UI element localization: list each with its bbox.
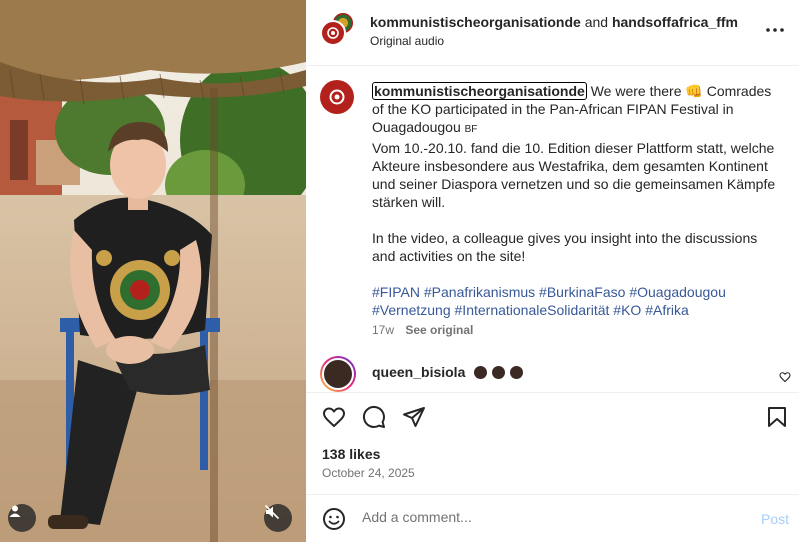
clap-emoji-icon <box>492 366 506 379</box>
save-button[interactable] <box>765 405 789 429</box>
mute-toggle-button[interactable] <box>264 504 292 532</box>
author-link-1[interactable]: kommunistischeorganisationde <box>370 14 581 30</box>
heart-icon <box>779 372 791 383</box>
hashtag-link[interactable]: #InternationaleSolidarität <box>455 302 610 318</box>
avatar-kommunistischeorganisation[interactable] <box>320 20 346 46</box>
post-header: kommunistischeorganisationde and handsof… <box>306 0 799 66</box>
heart-icon <box>322 407 346 428</box>
post-age[interactable]: 17w <box>372 323 394 337</box>
comment-button[interactable] <box>362 405 386 429</box>
clap-emoji-icon <box>474 366 488 379</box>
ko-logo-icon <box>329 89 345 105</box>
caption-username[interactable]: kommunistischeorganisationde <box>372 82 587 100</box>
post-authors: kommunistischeorganisationde and handsof… <box>370 14 738 30</box>
comment-username[interactable]: queen_bisiola <box>372 364 465 380</box>
audio-label[interactable]: Original audio <box>370 34 444 48</box>
comment-input[interactable] <box>362 509 722 525</box>
add-comment-bar: Post <box>306 494 799 542</box>
ko-logo-icon <box>327 27 339 39</box>
comment-item: queen_bisiola <box>372 364 524 380</box>
commenter-avatar[interactable] <box>320 356 356 392</box>
caption-avatar[interactable] <box>320 80 354 114</box>
author-link-2[interactable]: handsoffafrica_ffm <box>612 14 738 30</box>
share-button[interactable] <box>402 405 426 429</box>
caption-english-text: In the video, a colleague gives you insi… <box>372 230 758 264</box>
see-original-button[interactable]: See original <box>405 323 473 337</box>
share-icon <box>403 407 425 427</box>
more-options-button[interactable] <box>765 22 785 38</box>
authors-joiner: and <box>584 14 609 30</box>
country-flag: BF <box>464 124 478 135</box>
speaker-muted-icon <box>264 504 280 520</box>
hashtag-link[interactable]: #Panafrikanismus <box>424 284 535 300</box>
clap-emoji-icon <box>510 366 524 379</box>
comment-like-button[interactable] <box>779 370 791 386</box>
emoji-icon <box>323 508 345 530</box>
caption-german-text: Vom 10.-20.10. fand die 10. Edition dies… <box>372 140 776 210</box>
hashtag-link[interactable]: #Vernetzung <box>372 302 451 318</box>
post-video[interactable] <box>0 0 306 542</box>
user-tag-button[interactable] <box>8 504 36 532</box>
hashtag-link[interactable]: #KO <box>613 302 641 318</box>
hashtag-link[interactable]: #FIPAN <box>372 284 420 300</box>
emoji-picker-button[interactable] <box>322 507 346 531</box>
caption-meta: 17w See original <box>372 323 473 337</box>
post-caption: kommunistischeorganisationde We were the… <box>372 82 782 319</box>
collab-avatars[interactable] <box>320 12 360 52</box>
post-comment-button[interactable]: Post <box>761 511 789 527</box>
like-count[interactable]: 138 likes <box>322 446 380 462</box>
bookmark-icon <box>768 407 786 427</box>
hashtag-link[interactable]: #BurkinaFaso <box>539 284 625 300</box>
hashtag-link[interactable]: #Ouagadougou <box>629 284 726 300</box>
like-button[interactable] <box>322 405 346 429</box>
user-tag-icon <box>9 505 21 517</box>
action-bar <box>306 392 799 440</box>
hashtag-link[interactable]: #Afrika <box>645 302 689 318</box>
more-horizontal-icon <box>766 28 784 32</box>
video-frame-illustration <box>0 0 306 542</box>
caption-hashtags: #FIPAN #Panafrikanismus #BurkinaFaso #Ou… <box>372 283 782 319</box>
comment-icon <box>362 405 385 428</box>
post-date[interactable]: October 24, 2025 <box>322 466 415 480</box>
post-details-panel: kommunistischeorganisationde and handsof… <box>306 0 799 542</box>
